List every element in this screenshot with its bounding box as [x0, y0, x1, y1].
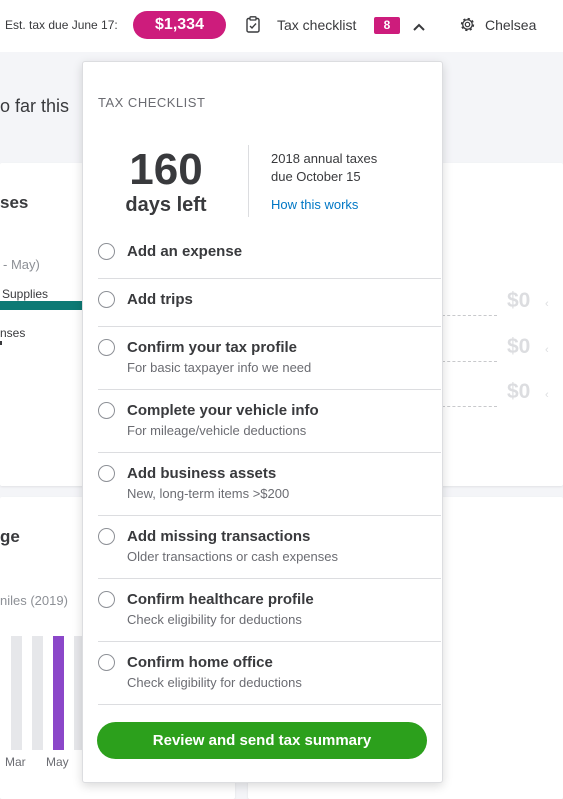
est-tax-amount-badge[interactable]: $1,334 — [133, 11, 226, 39]
divider — [248, 145, 249, 217]
expense-category-label: Supplies — [2, 287, 49, 301]
chevron-left-icon: ‹ — [545, 344, 549, 356]
how-this-works-link[interactable]: How this works — [271, 197, 358, 212]
expense-category-bar — [0, 301, 82, 310]
tax-checklist-panel: TAX CHECKLIST 160 days left 2018 annual … — [82, 61, 443, 783]
due-date: due October 15 — [271, 169, 361, 184]
amount-value: $0 — [507, 380, 531, 403]
checklist-item-description: Older transactions or cash expenses — [127, 549, 338, 564]
checklist-item[interactable]: Confirm your tax profile For basic taxpa… — [98, 339, 441, 390]
radio-button[interactable] — [98, 528, 115, 545]
checklist-item-label: Confirm home office — [127, 654, 273, 671]
radio-button[interactable] — [98, 654, 115, 671]
est-tax-label: Est. tax due June 17: — [5, 18, 118, 32]
legend-marker — [0, 341, 2, 345]
review-send-summary-button[interactable]: Review and send tax summary — [97, 722, 427, 759]
checklist-item[interactable]: Add an expense — [98, 243, 441, 279]
chevron-left-icon: ‹ — [545, 298, 549, 310]
month-label: Mar — [5, 755, 26, 769]
checklist-count-badge: 8 — [374, 17, 400, 34]
checklist-item-description: New, long-term items >$200 — [127, 486, 290, 501]
radio-button[interactable] — [98, 339, 115, 356]
expenses-date-range: - May) — [3, 257, 40, 272]
mileage-card-title: ge — [0, 527, 20, 546]
checklist-item-label: Add missing transactions — [127, 528, 311, 545]
checklist-item[interactable]: Add business assets New, long-term items… — [98, 465, 441, 516]
checklist-item[interactable]: Confirm home office Check eligibility fo… — [98, 654, 441, 705]
due-description: 2018 annual taxes — [271, 151, 378, 166]
radio-button[interactable] — [98, 402, 115, 419]
user-menu[interactable]: Chelsea — [485, 17, 536, 33]
checklist-item-description: Check eligibility for deductions — [127, 675, 302, 690]
amount-value: $0 — [507, 289, 531, 312]
gear-icon[interactable] — [458, 15, 477, 39]
mileage-bar — [32, 636, 43, 750]
amount-divider — [442, 406, 497, 407]
checklist-item-label: Confirm your tax profile — [127, 339, 298, 356]
checklist-item-label: Add an expense — [127, 243, 243, 260]
radio-button[interactable] — [98, 591, 115, 608]
chevron-up-icon[interactable] — [412, 19, 426, 37]
amount-divider — [442, 315, 497, 316]
checklist-item-label: Add business assets — [127, 465, 277, 482]
chevron-left-icon: ‹ — [545, 389, 549, 401]
expense-category-label: nses — [0, 326, 26, 340]
amount-value: $0 — [507, 335, 531, 358]
checklist-item[interactable]: Complete your vehicle info For mileage/v… — [98, 402, 441, 453]
radio-button[interactable] — [98, 243, 115, 260]
month-label: May — [46, 755, 69, 769]
checklist-item[interactable]: Add missing transactions Older transacti… — [98, 528, 441, 579]
mileage-bar — [53, 636, 64, 750]
mileage-bar — [11, 636, 22, 750]
checklist-item-label: Complete your vehicle info — [127, 402, 319, 419]
radio-button[interactable] — [98, 291, 115, 308]
panel-title: TAX CHECKLIST — [98, 95, 206, 110]
top-bar: Est. tax due June 17: $1,334 Tax checkli… — [0, 0, 563, 52]
mileage-card-subtitle: niles (2019) — [0, 593, 68, 608]
days-left-count: 160 — [129, 145, 203, 194]
checklist-item-description: For mileage/vehicle deductions — [127, 423, 307, 438]
checklist-item-label: Add trips — [127, 291, 193, 308]
days-left-label: days left — [125, 194, 207, 216]
radio-button[interactable] — [98, 465, 115, 482]
page-heading-partial: o far this — [0, 96, 70, 116]
checklist-item[interactable]: Add trips — [98, 291, 441, 327]
checklist-item[interactable]: Confirm healthcare profile Check eligibi… — [98, 591, 441, 642]
amount-divider — [442, 361, 497, 362]
checklist-item-label: Confirm healthcare profile — [127, 591, 314, 608]
tax-checklist-toggle[interactable]: Tax checklist — [277, 17, 356, 33]
clipboard-icon[interactable] — [246, 16, 260, 38]
checklist-item-description: Check eligibility for deductions — [127, 612, 302, 627]
expenses-card-title: ses — [0, 193, 29, 212]
checklist-item-description: For basic taxpayer info we need — [127, 360, 312, 375]
